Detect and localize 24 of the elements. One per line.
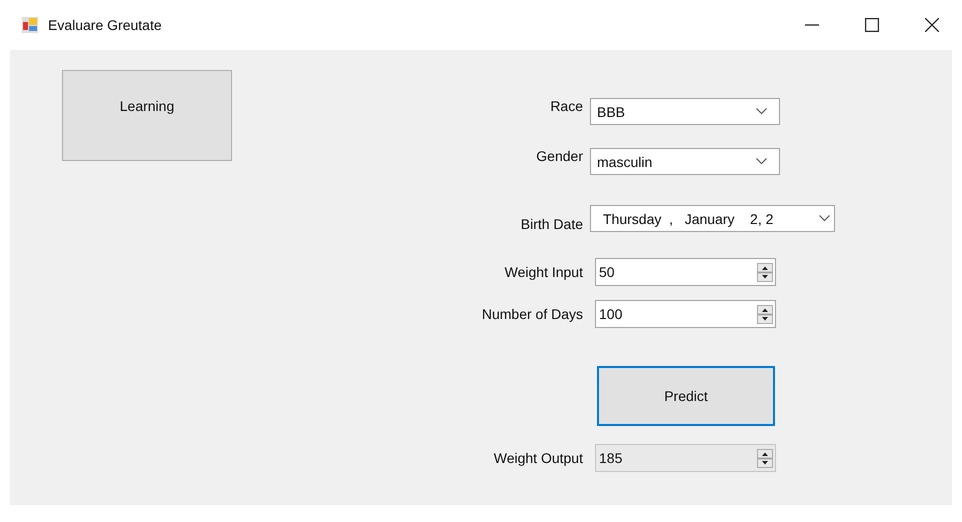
window-title: Evaluare Greutate — [48, 17, 162, 33]
learning-button[interactable]: Learning — [62, 70, 232, 161]
close-icon — [925, 18, 939, 32]
number-field[interactable]: 100 — [595, 300, 776, 328]
date-picker[interactable]: Thursday , January 2, 2 — [590, 205, 835, 232]
spin-arrows-icon[interactable] — [757, 262, 773, 282]
field-label: Weight Input — [504, 264, 584, 280]
maximize-icon — [865, 18, 879, 32]
number-field[interactable]: 50 — [595, 258, 776, 286]
number-field[interactable]: 185 — [595, 444, 776, 472]
chevron-down-icon — [756, 108, 767, 115]
field-label: Number of Days — [480, 306, 584, 322]
field-label: Race — [549, 98, 584, 114]
spin-arrows-icon[interactable] — [757, 304, 773, 324]
field-label: Weight Output — [492, 450, 584, 466]
field-label: Birth Date — [520, 216, 584, 232]
chevron-down-icon — [819, 215, 830, 222]
chevron-down-icon — [756, 158, 767, 165]
dropdown[interactable]: BBB — [590, 98, 780, 125]
spin-arrows-icon[interactable] — [757, 448, 773, 468]
app-icon — [22, 17, 38, 33]
field-label: Gender — [535, 148, 584, 164]
predict-button[interactable]: Predict — [597, 366, 775, 426]
dropdown[interactable]: masculin — [590, 148, 780, 175]
